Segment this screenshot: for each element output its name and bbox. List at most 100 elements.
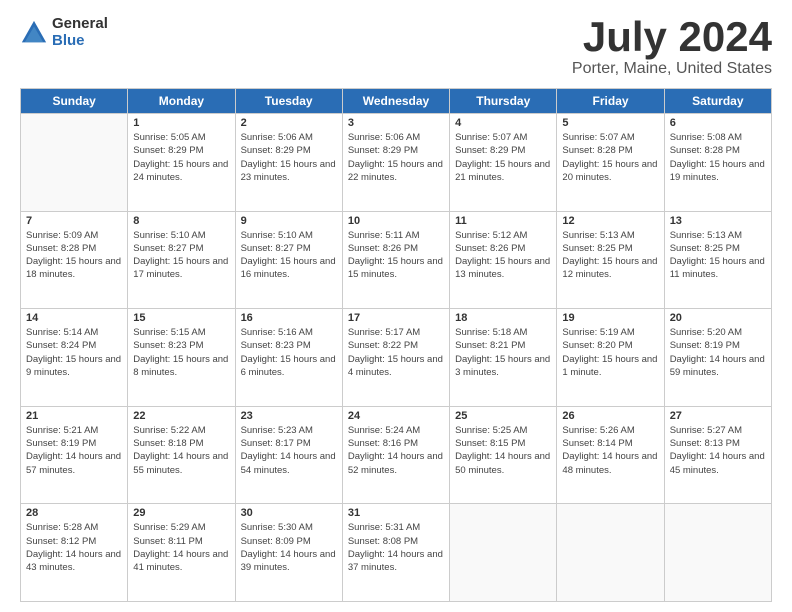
day-info: Sunrise: 5:11 AMSunset: 8:26 PMDaylight:… [348, 229, 444, 282]
day-info: Sunrise: 5:31 AMSunset: 8:08 PMDaylight:… [348, 521, 444, 574]
day-number: 13 [670, 215, 766, 227]
calendar-cell: 3 Sunrise: 5:06 AMSunset: 8:29 PMDaylight… [342, 114, 449, 212]
calendar-cell: 19Sunrise: 5:19 AMSunset: 8:20 PMDayligh… [557, 309, 664, 407]
calendar-cell [664, 504, 771, 602]
day-info: Sunrise: 5:24 AMSunset: 8:16 PMDaylight:… [348, 424, 444, 477]
calendar-cell: 4 Sunrise: 5:07 AMSunset: 8:29 PMDaylight… [450, 114, 557, 212]
calendar-table: SundayMondayTuesdayWednesdayThursdayFrid… [20, 88, 772, 602]
day-info: Sunrise: 5:06 AMSunset: 8:29 PMDaylight:… [241, 131, 337, 184]
logo: General Blue [20, 16, 108, 49]
day-info: Sunrise: 5:08 AMSunset: 8:28 PMDaylight:… [670, 131, 766, 184]
calendar-cell: 25 Sunrise: 5:25 AMSunset: 8:15 PMDayligh… [450, 406, 557, 504]
calendar-cell: 14 Sunrise: 5:14 AMSunset: 8:24 PMDayligh… [21, 309, 128, 407]
calendar-header-row: SundayMondayTuesdayWednesdayThursdayFrid… [21, 89, 772, 114]
calendar-week-row: 1Sunrise: 5:05 AMSunset: 8:29 PMDaylight… [21, 114, 772, 212]
logo-text: General Blue [52, 16, 108, 49]
main-title: July 2024 [572, 16, 772, 58]
day-number: 20 [670, 312, 766, 324]
calendar-cell: 9 Sunrise: 5:10 AMSunset: 8:27 PMDaylight… [235, 211, 342, 309]
day-number: 26 [562, 410, 658, 422]
day-number: 12 [562, 215, 658, 227]
day-info: Sunrise: 5:30 AMSunset: 8:09 PMDaylight:… [241, 521, 337, 574]
weekday-header: Friday [557, 89, 664, 114]
day-number: 9 [241, 215, 337, 227]
day-number: 25 [455, 410, 551, 422]
calendar-cell [557, 504, 664, 602]
day-info: Sunrise: 5:28 AMSunset: 8:12 PMDaylight:… [26, 521, 122, 574]
calendar-cell: 23Sunrise: 5:23 AMSunset: 8:17 PMDayligh… [235, 406, 342, 504]
day-number: 17 [348, 312, 444, 324]
day-number: 6 [670, 117, 766, 129]
day-info: Sunrise: 5:10 AMSunset: 8:27 PMDaylight:… [133, 229, 229, 282]
calendar-cell: 20 Sunrise: 5:20 AMSunset: 8:19 PMDayligh… [664, 309, 771, 407]
day-number: 24 [348, 410, 444, 422]
logo-icon [20, 19, 48, 47]
day-number: 15 [133, 312, 229, 324]
weekday-header: Tuesday [235, 89, 342, 114]
page: General Blue July 2024 Porter, Maine, Un… [0, 0, 792, 612]
calendar-cell: 31 Sunrise: 5:31 AMSunset: 8:08 PMDayligh… [342, 504, 449, 602]
calendar-cell: 28 Sunrise: 5:28 AMSunset: 8:12 PMDayligh… [21, 504, 128, 602]
day-number: 7 [26, 215, 122, 227]
day-info: Sunrise: 5:10 AMSunset: 8:27 PMDaylight:… [241, 229, 337, 282]
calendar-cell [450, 504, 557, 602]
weekday-header: Monday [128, 89, 235, 114]
day-info: Sunrise: 5:16 AMSunset: 8:23 PMDaylight:… [241, 326, 337, 379]
calendar-cell: 12Sunrise: 5:13 AMSunset: 8:25 PMDayligh… [557, 211, 664, 309]
calendar-week-row: 28 Sunrise: 5:28 AMSunset: 8:12 PMDayligh… [21, 504, 772, 602]
weekday-header: Thursday [450, 89, 557, 114]
day-info: Sunrise: 5:21 AMSunset: 8:19 PMDaylight:… [26, 424, 122, 477]
day-info: Sunrise: 5:06 AMSunset: 8:29 PMDaylight:… [348, 131, 444, 184]
day-number: 4 [455, 117, 551, 129]
day-info: Sunrise: 5:12 AMSunset: 8:26 PMDaylight:… [455, 229, 551, 282]
calendar-cell: 6 Sunrise: 5:08 AMSunset: 8:28 PMDaylight… [664, 114, 771, 212]
calendar-cell: 11 Sunrise: 5:12 AMSunset: 8:26 PMDayligh… [450, 211, 557, 309]
day-number: 21 [26, 410, 122, 422]
day-number: 2 [241, 117, 337, 129]
day-info: Sunrise: 5:17 AMSunset: 8:22 PMDaylight:… [348, 326, 444, 379]
weekday-header: Wednesday [342, 89, 449, 114]
calendar-cell: 5 Sunrise: 5:07 AMSunset: 8:28 PMDaylight… [557, 114, 664, 212]
calendar-cell: 16Sunrise: 5:16 AMSunset: 8:23 PMDayligh… [235, 309, 342, 407]
day-info: Sunrise: 5:27 AMSunset: 8:13 PMDaylight:… [670, 424, 766, 477]
day-number: 19 [562, 312, 658, 324]
day-number: 11 [455, 215, 551, 227]
day-number: 14 [26, 312, 122, 324]
subtitle: Porter, Maine, United States [572, 60, 772, 78]
day-number: 31 [348, 507, 444, 519]
day-number: 30 [241, 507, 337, 519]
day-number: 18 [455, 312, 551, 324]
day-number: 22 [133, 410, 229, 422]
calendar-cell: 1Sunrise: 5:05 AMSunset: 8:29 PMDaylight… [128, 114, 235, 212]
title-block: July 2024 Porter, Maine, United States [572, 16, 772, 78]
day-number: 1 [133, 117, 229, 129]
day-info: Sunrise: 5:14 AMSunset: 8:24 PMDaylight:… [26, 326, 122, 379]
calendar-cell: 29Sunrise: 5:29 AMSunset: 8:11 PMDayligh… [128, 504, 235, 602]
day-info: Sunrise: 5:25 AMSunset: 8:15 PMDaylight:… [455, 424, 551, 477]
day-info: Sunrise: 5:23 AMSunset: 8:17 PMDaylight:… [241, 424, 337, 477]
calendar-cell: 15Sunrise: 5:15 AMSunset: 8:23 PMDayligh… [128, 309, 235, 407]
calendar-cell: 22Sunrise: 5:22 AMSunset: 8:18 PMDayligh… [128, 406, 235, 504]
day-info: Sunrise: 5:07 AMSunset: 8:29 PMDaylight:… [455, 131, 551, 184]
calendar-cell: 2 Sunrise: 5:06 AMSunset: 8:29 PMDaylight… [235, 114, 342, 212]
day-number: 27 [670, 410, 766, 422]
day-info: Sunrise: 5:13 AMSunset: 8:25 PMDaylight:… [670, 229, 766, 282]
day-number: 5 [562, 117, 658, 129]
calendar-week-row: 7 Sunrise: 5:09 AMSunset: 8:28 PMDaylight… [21, 211, 772, 309]
logo-blue: Blue [52, 33, 108, 50]
day-info: Sunrise: 5:09 AMSunset: 8:28 PMDaylight:… [26, 229, 122, 282]
logo-general: General [52, 16, 108, 33]
calendar-cell: 27 Sunrise: 5:27 AMSunset: 8:13 PMDayligh… [664, 406, 771, 504]
calendar-cell: 24 Sunrise: 5:24 AMSunset: 8:16 PMDayligh… [342, 406, 449, 504]
day-info: Sunrise: 5:07 AMSunset: 8:28 PMDaylight:… [562, 131, 658, 184]
day-number: 28 [26, 507, 122, 519]
day-info: Sunrise: 5:29 AMSunset: 8:11 PMDaylight:… [133, 521, 229, 574]
calendar-cell: 13 Sunrise: 5:13 AMSunset: 8:25 PMDayligh… [664, 211, 771, 309]
calendar-cell: 8Sunrise: 5:10 AMSunset: 8:27 PMDaylight… [128, 211, 235, 309]
calendar-cell: 7 Sunrise: 5:09 AMSunset: 8:28 PMDaylight… [21, 211, 128, 309]
day-info: Sunrise: 5:20 AMSunset: 8:19 PMDaylight:… [670, 326, 766, 379]
day-info: Sunrise: 5:26 AMSunset: 8:14 PMDaylight:… [562, 424, 658, 477]
day-number: 3 [348, 117, 444, 129]
calendar-cell: 26 Sunrise: 5:26 AMSunset: 8:14 PMDayligh… [557, 406, 664, 504]
calendar-cell: 30 Sunrise: 5:30 AMSunset: 8:09 PMDayligh… [235, 504, 342, 602]
